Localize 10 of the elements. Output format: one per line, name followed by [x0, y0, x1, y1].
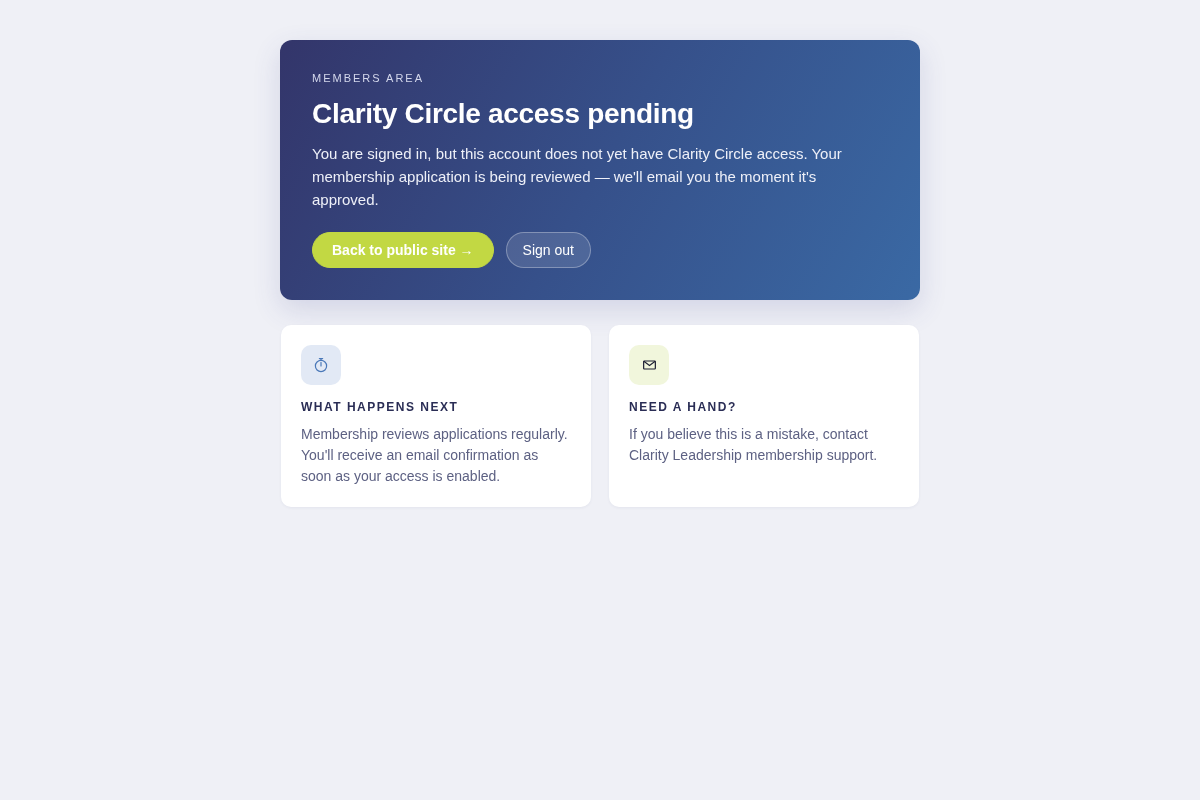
- card-heading: NEED A HAND?: [629, 399, 738, 415]
- page-title: Clarity Circle access pending: [312, 97, 695, 131]
- sign-out-button[interactable]: Sign out: [505, 232, 591, 268]
- envelope-icon: [629, 345, 669, 385]
- eyebrow-label: MEMBERS AREA: [312, 71, 426, 86]
- status-message: You are signed in, but this account does not yet have Clarity Circle access. Your membership application is being reviewed — we'll email you the moment it's approved.: [312, 144, 843, 210]
- card-heading: WHAT HAPPENS NEXT: [301, 399, 460, 415]
- card-text: If you believe this is a mistake, contact Clarity Leadership membership support.: [629, 425, 879, 465]
- card-text: Membership reviews applications regularly. You'll receive an email confirmation as soon as your access is enabled.: [301, 425, 569, 486]
- stopwatch-icon: [301, 345, 341, 385]
